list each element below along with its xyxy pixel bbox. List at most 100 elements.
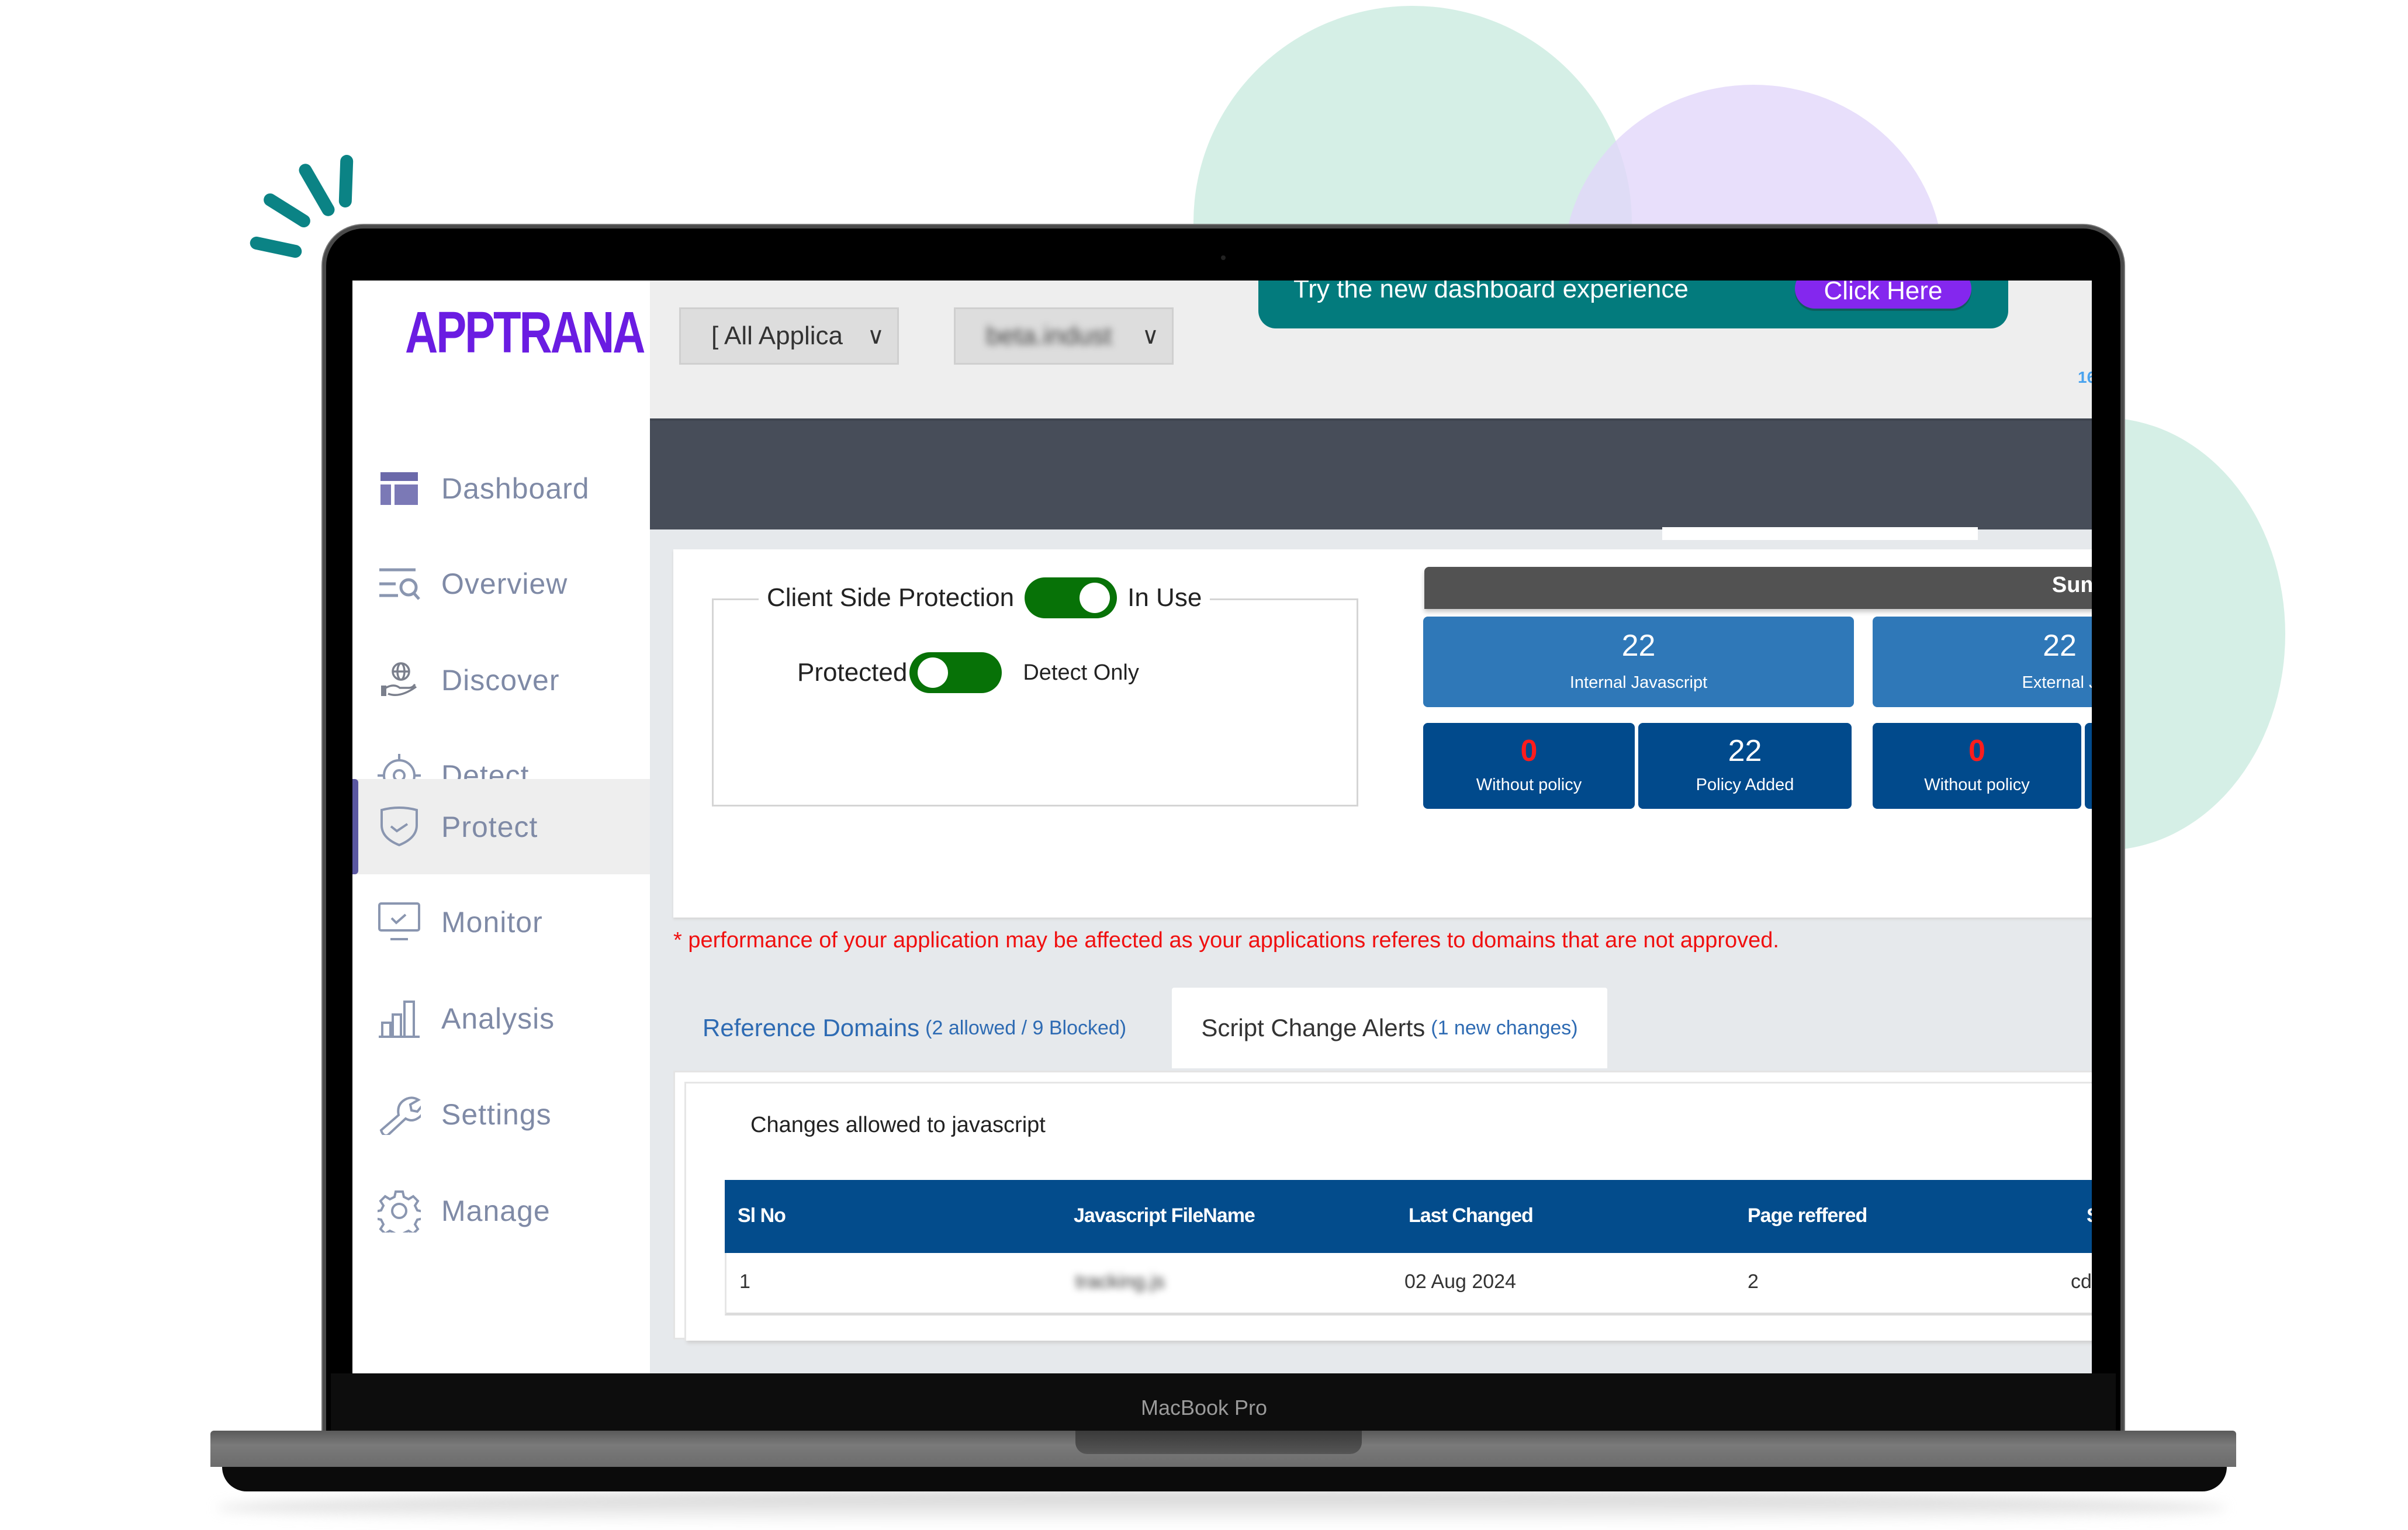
gear-icon [376,1188,423,1234]
sidebar-item-label: Discover [441,663,560,697]
click-here-button[interactable]: Click Here [1795,281,1971,309]
camera-dot [1221,255,1226,260]
table-row[interactable]: 1 tracking.js 02 Aug 2024 2 cd [725,1253,2092,1316]
sidebar-item-label: Protect [441,810,538,843]
changes-title: Changes allowed to javascript [750,1113,1046,1137]
sidebar-item-settings[interactable]: Settings [352,1067,650,1162]
spark-line [248,235,303,259]
chevron-down-icon: ∨ [867,323,884,349]
main-content: [ All Applica ∨ beta.indust ∨ Try the ne… [650,281,2092,1373]
spark-line [296,161,337,219]
sidebar-item-protect[interactable]: Protect [352,779,650,874]
application-select[interactable]: [ All Applica ∨ [679,307,899,365]
column-header-filename[interactable]: Javascript FileName [1074,1204,1255,1227]
wrench-icon [376,1091,423,1138]
app-screen: APPTRANA Dashboard Overview Discover Det… [352,281,2092,1373]
top-bar: [ All Applica ∨ beta.indust ∨ Try the ne… [650,281,2092,418]
card-value: 0 [1968,734,1985,768]
card-label: Without policy [1476,776,1582,794]
summary-header: Summ [1424,567,2092,609]
protection-mode-toggle[interactable] [909,652,1002,693]
spark-line [338,154,354,208]
spark-line [261,191,313,230]
sidebar-item-manage[interactable]: Manage [352,1163,650,1258]
protected-label: Protected [797,658,908,687]
laptop-base-bottom [222,1467,2227,1491]
globe-hand-icon [376,657,423,704]
script-change-content: Changes allowed to javascript Sl No Java… [673,1071,2092,1341]
header-subtab [1662,527,1978,540]
banner-text: Try the new dashboard experience [1293,281,1689,303]
tab-count: (1 new changes) [1431,1016,1578,1039]
overview-search-icon [376,560,423,607]
column-header-page-referred[interactable]: Page reffered [1748,1204,1867,1227]
external-policy-added-card[interactable] [2085,723,2092,809]
client-side-protection-state: In Use [1127,583,1202,612]
toggle-knob [918,657,949,688]
tab-count: (2 allowed / 9 Blocked) [925,1016,1127,1039]
column-header-sl-no[interactable]: Sl No [738,1204,786,1227]
sidebar-item-dashboard[interactable]: Dashboard [352,441,650,536]
card-value: 0 [1520,734,1538,768]
sidebar-item-label: Overview [441,567,568,600]
external-without-policy-card[interactable]: 0 Without policy [1873,723,2081,809]
cell-page-referred: 2 [1748,1271,1759,1293]
sidebar-item-monitor[interactable]: Monitor [352,874,650,970]
cell-sl-no: 1 [739,1271,750,1293]
shield-check-icon [376,804,423,850]
sidebar-item-label: Settings [441,1098,552,1131]
card-value: 22 [1728,734,1762,768]
column-header-last-changed[interactable]: Last Changed [1409,1204,1534,1227]
table-header: Sl No Javascript FileName Last Changed P… [725,1180,2092,1253]
client-side-protection-toggle[interactable] [1025,577,1117,618]
protection-panel: Client Side Protection In Use Protected … [673,549,2092,918]
tab-script-change-alerts[interactable]: Script Change Alerts (1 new changes) [1172,988,1607,1068]
sidebar-item-label: Dashboard [441,472,590,505]
sidebar-item-discover[interactable]: Discover [352,632,650,728]
card-label: Internal Javascript [1569,673,1708,692]
detect-only-label: Detect Only [1023,660,1139,685]
laptop-notch [1075,1431,1362,1454]
sidebar: APPTRANA Dashboard Overview Discover Det… [352,281,650,1373]
tab-label: Reference Domains [703,1014,920,1041]
dashboard-icon [376,465,423,512]
domain-select-value: beta.indust [986,321,1112,350]
internal-javascript-card[interactable]: 22 Internal Javascript [1423,617,1854,707]
toggle-knob [1080,583,1110,613]
sidebar-item-analysis[interactable]: Analysis [352,971,650,1066]
application-select-value: [ All Applica [711,321,843,350]
apptrana-logo[interactable]: APPTRANA [405,299,646,366]
card-value: 22 [1621,629,1656,663]
chevron-down-icon: ∨ [1141,323,1159,349]
tab-label: Script Change Alerts [1201,1014,1426,1041]
sidebar-item-label: Analysis [441,1002,555,1035]
bar-chart-icon [376,995,423,1042]
cell-source: cd [2071,1271,2092,1293]
tab-row: Reference Domains (2 allowed / 9 Blocked… [673,988,2092,1068]
protection-fieldset [712,598,1358,806]
sidebar-item-label: Monitor [441,905,543,939]
device-label: MacBook Pro [1140,1396,1268,1420]
card-label: Policy Added [1696,776,1794,794]
cell-last-changed: 02 Aug 2024 [1404,1271,1516,1293]
tab-reference-domains[interactable]: Reference Domains (2 allowed / 9 Blocked… [679,988,1164,1068]
sidebar-item-overview[interactable]: Overview [352,536,650,631]
card-value: 22 [2043,629,2077,663]
column-header-source[interactable]: S [2087,1204,2092,1227]
internal-policy-added-card[interactable]: 22 Policy Added [1638,723,1852,809]
top-right-link[interactable]: 16 [2078,368,2092,387]
monitor-check-icon [376,899,423,946]
unapproved-domains-warning: * performance of your application may be… [673,928,1779,953]
internal-without-policy-card[interactable]: 0 Without policy [1423,723,1635,809]
domain-select[interactable]: beta.indust ∨ [954,307,1174,365]
new-dashboard-banner: Try the new dashboard experience Click H… [1258,281,2008,328]
card-label: Without policy [1924,776,2030,794]
client-side-protection-legend: Client Side Protection In Use [759,577,1210,618]
changes-box: Changes allowed to javascript Sl No Java… [684,1082,2092,1341]
laptop-shadow [216,1490,2227,1525]
page-header-band [650,418,2092,529]
summary-title: Summ [2051,573,2092,597]
external-javascript-card[interactable]: 22 External J [1873,617,2092,707]
protection-mode-row: Protected Detect Only [797,652,1139,693]
cell-filename: tracking.js [1075,1271,1165,1293]
